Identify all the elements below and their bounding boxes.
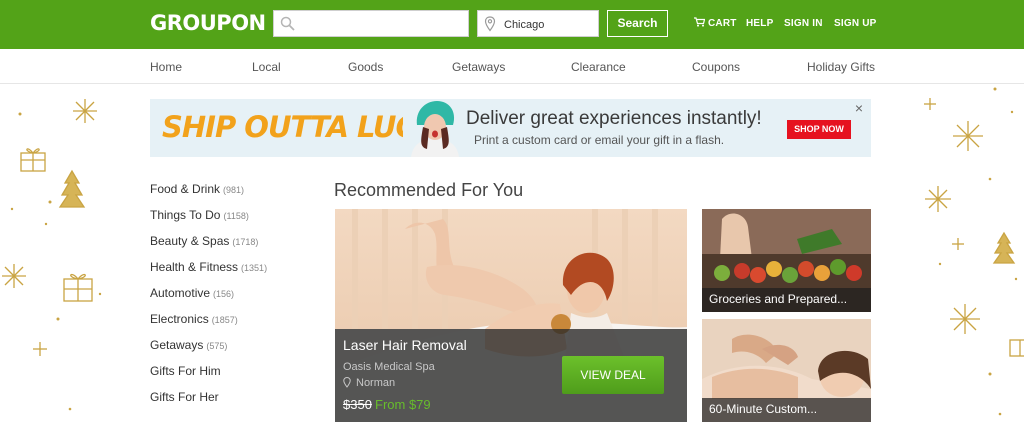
category-count: (1857) [211,315,238,325]
category-label: Electronics [150,312,209,326]
category-getaways[interactable]: Getaways (575) [150,338,227,352]
location-pin-icon [484,16,496,32]
deal-caption: 60-Minute Custom... [702,398,871,422]
featured-deal-card[interactable]: Laser Hair Removal Oasis Medical Spa Nor… [335,209,687,422]
category-health-fitness[interactable]: Health & Fitness (1351) [150,260,267,274]
deal-title[interactable]: Laser Hair Removal [343,337,467,353]
deal-merchant: Oasis Medical Spa [343,361,435,373]
deal-title: Groceries and Prepared... [709,292,848,306]
category-count: (1351) [241,263,268,273]
groupon-logo[interactable]: GROUPON [150,11,266,35]
snowflake-icon [925,186,951,212]
banner-headline: Deliver great experiences instantly! [466,108,762,129]
section-title: Recommended For You [334,180,524,200]
category-food-drink[interactable]: Food & Drink (981) [150,182,244,196]
category-gifts-for-her[interactable]: Gifts For Her [150,390,222,404]
nav-local[interactable]: Local [252,60,281,74]
nav-getaways[interactable]: Getaways [452,60,505,74]
category-count: (156) [213,289,235,299]
banner-subtext: Print a custom card or email your gift i… [474,133,725,147]
deal-location: Norman [356,377,396,389]
location-input[interactable] [504,17,594,32]
category-beauty-spas[interactable]: Beauty & Spas (1718) [150,234,258,248]
category-label: Things To Do [150,208,221,222]
deal-original-price: $350 [343,397,372,412]
snowflake-icon [953,121,983,151]
deal-price: From $79 [375,397,431,412]
deal-card-groceries[interactable]: Groceries and Prepared... [702,209,871,312]
category-label: Health & Fitness [150,260,239,274]
category-things-to-do[interactable]: Things To Do (1158) [150,208,249,222]
location-pin-icon [343,377,351,388]
category-count: (981) [223,185,245,195]
cart-icon[interactable] [694,17,705,27]
tree-icon [992,231,1016,264]
nav-coupons[interactable]: Coupons [692,60,740,74]
category-count: (1718) [232,237,259,247]
featured-deal-info: Laser Hair Removal Oasis Medical Spa Nor… [335,329,687,422]
nav-goods[interactable]: Goods [348,60,383,74]
snowflake-icon [2,264,26,288]
shop-now-button[interactable]: SHOP NOW [787,120,851,139]
deal-title: 60-Minute Custom... [709,402,818,416]
help-link[interactable]: HELP [746,18,773,29]
search-button[interactable]: Search [607,10,668,37]
cart-link[interactable]: CART [708,18,737,29]
gift-icon [1009,339,1024,357]
snowflake-icon [73,99,97,123]
category-label: Food & Drink [150,182,221,196]
header-bar: GROUPON Search CART HELP SIGN IN SIGN UP [0,0,1024,49]
category-gifts-for-him[interactable]: Gifts For Him [150,364,224,378]
deal-caption: Groceries and Prepared... [702,288,871,312]
search-input[interactable] [300,16,465,32]
category-label: Automotive [150,286,211,300]
banner-model-image [403,99,467,157]
category-nav: Home Local Goods Getaways Clearance Coup… [0,49,1024,84]
search-field[interactable] [273,10,469,37]
sign-up-link[interactable]: SIGN UP [834,18,877,29]
category-label: Beauty & Spas [150,234,230,248]
star-icon [924,98,936,110]
location-field[interactable] [477,10,599,37]
category-automotive[interactable]: Automotive (156) [150,286,234,300]
category-label: Getaways [150,338,204,352]
view-deal-button[interactable]: VIEW DEAL [562,356,664,394]
category-label: Gifts For Him [150,364,221,378]
nav-holiday-gifts[interactable]: Holiday Gifts [807,60,875,74]
close-icon[interactable]: × [853,101,865,115]
sign-in-link[interactable]: SIGN IN [784,18,823,29]
nav-clearance[interactable]: Clearance [571,60,626,74]
search-icon [280,16,295,31]
nav-home[interactable]: Home [150,60,182,74]
category-electronics[interactable]: Electronics (1857) [150,312,238,326]
gift-icon [63,273,93,302]
star-icon [952,238,964,250]
star-icon [33,342,47,356]
tree-icon [58,169,86,208]
snowflake-icon [950,304,980,334]
category-label: Gifts For Her [150,390,219,404]
deal-card-massage[interactable]: 60-Minute Custom... [702,319,871,422]
category-count: (1158) [223,211,249,221]
gift-icon [20,148,46,172]
category-count: (575) [206,341,228,351]
promo-banner[interactable]: SHIP OUTTA LUCK? Deliver great experienc… [150,99,871,157]
